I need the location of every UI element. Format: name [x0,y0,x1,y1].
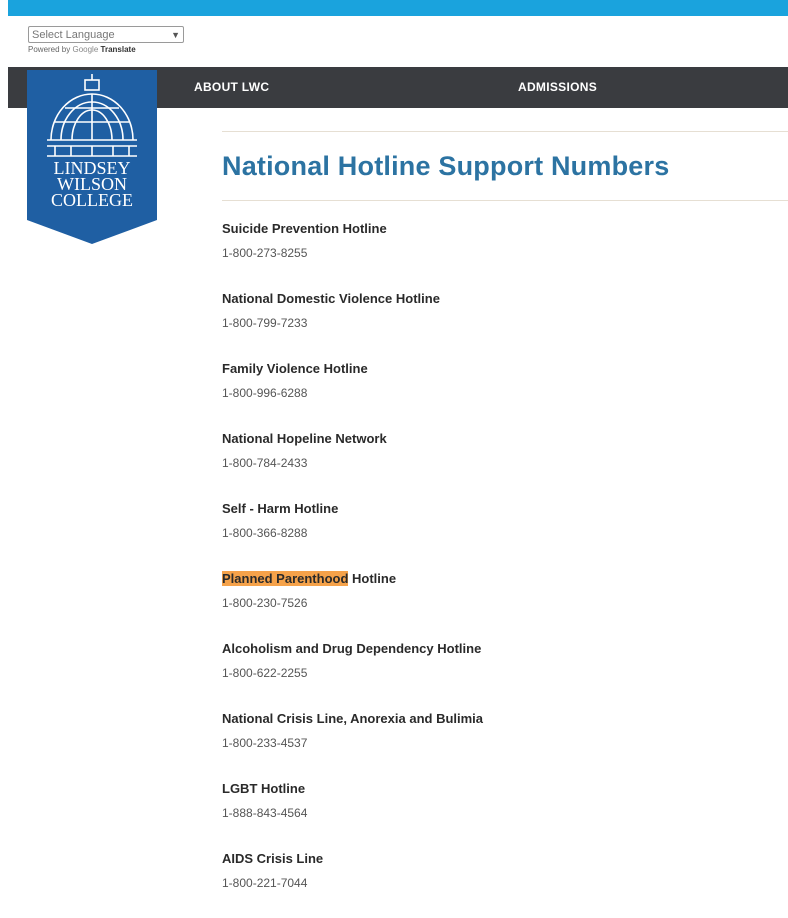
divider-under-title [222,200,788,201]
hotline-phone[interactable]: 1-800-996-6288 [222,380,782,406]
hotline-item: National Crisis Line, Anorexia and Bulim… [222,708,782,778]
hotline-item: Self - Harm Hotline 1-800-366-8288 [222,498,782,568]
translate-link[interactable]: Translate [101,45,136,54]
hotline-phone[interactable]: 1-800-622-2255 [222,660,782,686]
hotline-phone[interactable]: 1-800-366-8288 [222,520,782,546]
page-title: National Hotline Support Numbers [222,151,670,181]
hotline-item: AIDS Crisis Line 1-800-221-7044 [222,848,782,918]
college-logo[interactable]: LINDSEY WILSON COLLEGE [27,70,157,244]
nav-item-about-lwc[interactable]: ABOUT LWC [194,67,269,108]
hotline-name: AIDS Crisis Line [222,851,324,866]
hotline-phone[interactable]: 1-800-273-8255 [222,240,782,266]
hotline-phone[interactable]: 1-800-221-7044 [222,870,782,896]
hotline-phone[interactable]: 1-888-843-4564 [222,800,782,826]
search-highlight: Planned Parenthood [222,571,349,586]
hotline-phone[interactable]: 1-800-230-7526 [222,590,782,616]
google-text: Google [72,45,99,54]
top-accent-bar [8,0,788,16]
hotline-name: National Crisis Line, Anorexia and Bulim… [222,711,484,726]
hotline-name: National Hopeline Network [222,431,387,446]
powered-by-text: Powered by [28,45,71,54]
divider-top [222,131,788,132]
hotline-item: Suicide Prevention Hotline 1-800-273-825… [222,218,782,288]
nav-item-admissions[interactable]: ADMISSIONS [518,67,597,108]
hotline-list: Suicide Prevention Hotline 1-800-273-825… [222,218,782,918]
hotline-name: National Domestic Violence Hotline [222,291,440,306]
hotline-name: Suicide Prevention Hotline [222,221,387,236]
language-select-label: Select Language [32,28,115,41]
hotline-name: Self - Harm Hotline [222,501,339,516]
hotline-phone[interactable]: 1-800-799-7233 [222,310,782,336]
hotline-phone[interactable]: 1-800-784-2433 [222,450,782,476]
hotline-item: National Domestic Violence Hotline 1-800… [222,288,782,358]
hotline-item: Family Violence Hotline 1-800-996-6288 [222,358,782,428]
hotline-item: LGBT Hotline 1-888-843-4564 [222,778,782,848]
language-select[interactable]: Select Language ▼ [28,26,184,43]
hotline-name: Family Violence Hotline [222,361,368,376]
hotline-name: Planned Parenthood Hotline [222,568,782,590]
hotline-item: Alcoholism and Drug Dependency Hotline 1… [222,638,782,708]
logo-line-3: COLLEGE [51,190,133,210]
hotline-item: National Hopeline Network 1-800-784-2433 [222,428,782,498]
hotline-name: Alcoholism and Drug Dependency Hotline [222,641,482,656]
hotline-name: LGBT Hotline [222,781,306,796]
hotline-name-rest: Hotline [348,571,397,586]
hotline-item: Planned Parenthood Hotline 1-800-230-752… [222,568,782,638]
powered-by-google: Powered by Google Translate [28,45,184,54]
chevron-down-icon: ▼ [171,29,180,40]
college-logo-banner: LINDSEY WILSON COLLEGE [27,70,157,244]
hotline-phone[interactable]: 1-800-233-4537 [222,730,782,756]
google-translate-widget: Select Language ▼ Powered by Google Tran… [28,26,184,54]
